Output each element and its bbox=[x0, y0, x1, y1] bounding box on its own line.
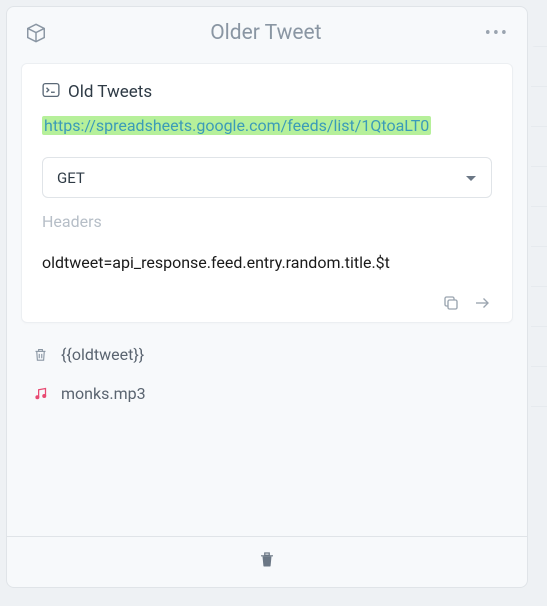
card-actions bbox=[42, 294, 492, 312]
audio-row[interactable]: monks.mp3 bbox=[21, 378, 513, 409]
variable-row[interactable]: {{oldtweet}} bbox=[21, 339, 513, 370]
terminal-icon bbox=[42, 82, 60, 102]
audio-filename: monks.mp3 bbox=[61, 384, 146, 403]
arrow-right-icon[interactable] bbox=[472, 294, 492, 312]
editor-panel: Older Tweet ••• Old Tweets https://sprea… bbox=[6, 6, 528, 588]
http-method-select[interactable]: GET bbox=[42, 157, 492, 198]
http-method-value: GET bbox=[57, 169, 85, 187]
card-title-row: Old Tweets bbox=[42, 82, 492, 102]
assignment-line[interactable]: oldtweet=api_response.feed.entry.random.… bbox=[42, 253, 492, 272]
trash-small-icon bbox=[31, 346, 49, 363]
assignment-text: oldtweet=api_response.feed.entry.random.… bbox=[42, 253, 390, 272]
url-input[interactable]: https://spreadsheets.google.com/feeds/li… bbox=[42, 116, 431, 135]
panel-body: Old Tweets https://spreadsheets.google.c… bbox=[7, 55, 527, 536]
api-card: Old Tweets https://spreadsheets.google.c… bbox=[21, 63, 513, 323]
delete-button[interactable] bbox=[258, 549, 276, 573]
headers-input[interactable]: Headers bbox=[42, 212, 492, 231]
variable-text: {{oldtweet}} bbox=[61, 345, 144, 364]
background-hint bbox=[531, 46, 547, 446]
panel-title: Older Tweet bbox=[47, 21, 485, 45]
panel-footer bbox=[7, 536, 527, 587]
chevron-down-icon bbox=[465, 168, 477, 187]
cube-icon bbox=[25, 22, 47, 44]
more-menu-button[interactable]: ••• bbox=[485, 23, 509, 44]
card-title: Old Tweets bbox=[68, 82, 152, 102]
copy-icon[interactable] bbox=[442, 294, 460, 312]
panel-header: Older Tweet ••• bbox=[7, 7, 527, 55]
music-icon bbox=[31, 385, 49, 402]
